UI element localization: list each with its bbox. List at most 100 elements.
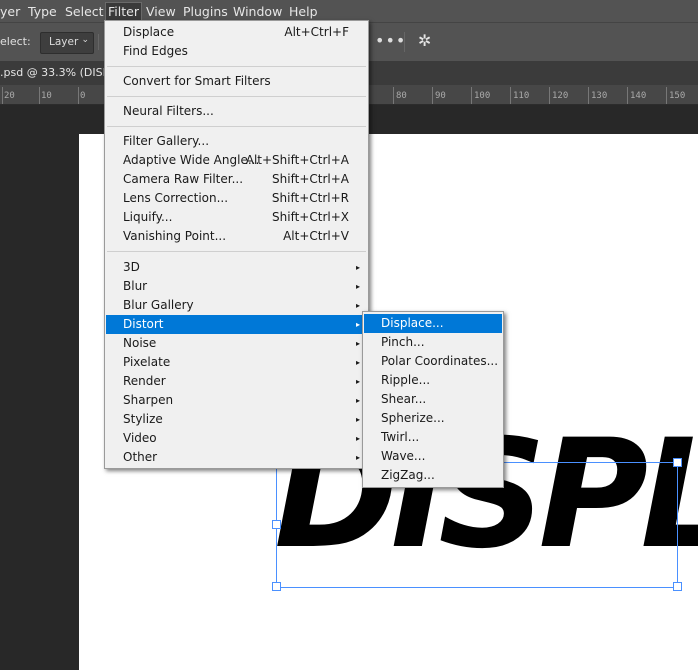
ruler-tick-line (78, 87, 79, 104)
menu-item-blur-gallery[interactable]: Blur Gallery ▸ (106, 296, 367, 315)
submenu-item-spherize[interactable]: Spherize... (364, 409, 502, 428)
distort-submenu: Displace... Pinch... Polar Coordinates..… (362, 311, 504, 488)
menu-divider (107, 66, 366, 67)
divider (404, 32, 405, 52)
menu-item-convert-smart-filters[interactable]: Convert for Smart Filters (106, 72, 367, 91)
menu-item-label: Pinch... (381, 335, 425, 349)
menu-item-stylize[interactable]: Stylize ▸ (106, 410, 367, 429)
menu-item-label: Shear... (381, 392, 427, 406)
menu-item-filter-gallery[interactable]: Filter Gallery... (106, 132, 367, 151)
ruler-tick-line (471, 87, 472, 104)
ruler-tick: 110 (513, 91, 530, 101)
menu-help[interactable]: Help (289, 3, 318, 20)
layer-dropdown-value: Layer (49, 36, 79, 48)
menu-select[interactable]: Select (65, 3, 104, 20)
ruler-tick-line (510, 87, 511, 104)
menu-item-label: Filter Gallery... (123, 134, 210, 148)
menu-item-shortcut: Shift+Ctrl+X (272, 210, 349, 224)
menu-item-label: Camera Raw Filter... (123, 172, 244, 186)
menu-item-shortcut: Shift+Ctrl+R (271, 191, 349, 205)
menu-item-blur[interactable]: Blur ▸ (106, 277, 367, 296)
menu-item-adaptive-wide-angle[interactable]: Adaptive Wide Angle... Alt+Shift+Ctrl+A (106, 151, 367, 170)
menu-item-label: Stylize (123, 412, 163, 426)
menu-item-label: Polar Coordinates... (381, 354, 499, 368)
menu-type[interactable]: Type (28, 3, 57, 20)
submenu-arrow-icon: ▸ (355, 320, 360, 329)
ruler-tick: 10 (41, 91, 52, 101)
menu-item-video[interactable]: Video ▸ (106, 429, 367, 448)
submenu-item-ripple[interactable]: Ripple... (364, 371, 502, 390)
menu-filter[interactable]: Filter (105, 2, 142, 21)
menu-item-shortcut: Alt+Ctrl+V (283, 229, 349, 243)
menu-item-label: Twirl... (381, 430, 420, 444)
menu-item-shortcut: Shift+Ctrl+A (272, 172, 349, 186)
transform-handle[interactable] (673, 582, 682, 591)
gear-icon[interactable]: ✲ (418, 31, 431, 50)
menu-item-distort[interactable]: Distort ▸ (106, 315, 367, 334)
ruler-tick: 140 (630, 91, 647, 101)
layer-dropdown[interactable]: Layer ⌄ (40, 32, 94, 54)
menu-item-label: Wave... (381, 449, 426, 463)
menu-item-lens-correction[interactable]: Lens Correction... Shift+Ctrl+R (106, 189, 367, 208)
menu-item-pixelate[interactable]: Pixelate ▸ (106, 353, 367, 372)
menu-divider (107, 126, 366, 127)
menu-item-sharpen[interactable]: Sharpen ▸ (106, 391, 367, 410)
menu-item-label: Vanishing Point... (123, 229, 227, 243)
menu-layer[interactable]: yer (0, 3, 20, 20)
menu-item-label: Distort (123, 317, 164, 331)
submenu-item-zigzag[interactable]: ZigZag... (364, 466, 502, 485)
menu-item-find-edges[interactable]: Find Edges (106, 42, 367, 61)
menu-item-3d[interactable]: 3D ▸ (106, 258, 367, 277)
chevron-down-icon: ⌄ (81, 35, 89, 45)
transform-handle[interactable] (272, 582, 281, 591)
menu-item-label: Video (123, 431, 157, 445)
menu-item-label: Liquify... (123, 210, 173, 224)
ruler-tick-line (393, 87, 394, 104)
submenu-item-shear[interactable]: Shear... (364, 390, 502, 409)
menu-item-label: Other (123, 450, 158, 464)
menu-item-label: Spherize... (381, 411, 445, 425)
menu-item-render[interactable]: Render ▸ (106, 372, 367, 391)
menu-item-vanishing-point[interactable]: Vanishing Point... Alt+Ctrl+V (106, 227, 367, 246)
ruler-tick-line (432, 87, 433, 104)
submenu-arrow-icon: ▸ (355, 263, 360, 272)
menu-item-label: Blur Gallery (123, 298, 194, 312)
menu-item-liquify[interactable]: Liquify... Shift+Ctrl+X (106, 208, 367, 227)
filter-menu: Displace Alt+Ctrl+F Find Edges Convert f… (104, 20, 369, 469)
submenu-arrow-icon: ▸ (355, 339, 360, 348)
menu-item-noise[interactable]: Noise ▸ (106, 334, 367, 353)
submenu-arrow-icon: ▸ (355, 358, 360, 367)
menu-item-camera-raw[interactable]: Camera Raw Filter... Shift+Ctrl+A (106, 170, 367, 189)
menu-item-label: 3D (123, 260, 140, 274)
ruler-tick: 0 (80, 91, 86, 101)
menu-item-shortcut: Alt+Ctrl+F (284, 25, 349, 39)
menu-item-other[interactable]: Other ▸ (106, 448, 367, 467)
menu-plugins[interactable]: Plugins (183, 3, 228, 20)
menu-item-label: ZigZag... (381, 468, 435, 482)
menu-item-label: Convert for Smart Filters (123, 74, 271, 88)
menu-item-displace[interactable]: Displace Alt+Ctrl+F (106, 23, 367, 42)
ruler-tick-line (627, 87, 628, 104)
document-tab[interactable]: .psd @ 33.3% (DISP (0, 61, 116, 85)
ruler-tick: 20 (4, 91, 15, 101)
menu-window[interactable]: Window (233, 3, 282, 20)
submenu-item-pinch[interactable]: Pinch... (364, 333, 502, 352)
submenu-item-polar-coordinates[interactable]: Polar Coordinates... (364, 352, 502, 371)
submenu-arrow-icon: ▸ (355, 301, 360, 310)
ruler-tick-line (549, 87, 550, 104)
submenu-arrow-icon: ▸ (355, 415, 360, 424)
menu-item-neural-filters[interactable]: Neural Filters... (106, 102, 367, 121)
submenu-item-twirl[interactable]: Twirl... (364, 428, 502, 447)
transform-handle[interactable] (272, 520, 281, 529)
menu-bar: yer Type Select Filter View Plugins Wind… (0, 0, 698, 22)
submenu-item-wave[interactable]: Wave... (364, 447, 502, 466)
transform-handle[interactable] (673, 458, 682, 467)
ruler-tick: 130 (591, 91, 608, 101)
menu-item-label: Ripple... (381, 373, 431, 387)
ruler-tick-line (666, 87, 667, 104)
menu-item-label: Neural Filters... (123, 104, 214, 118)
menu-view[interactable]: View (146, 3, 176, 20)
submenu-item-displace[interactable]: Displace... (364, 314, 502, 333)
menu-item-shortcut: Alt+Shift+Ctrl+A (245, 153, 349, 167)
more-dots-icon[interactable]: ••• (375, 31, 406, 50)
